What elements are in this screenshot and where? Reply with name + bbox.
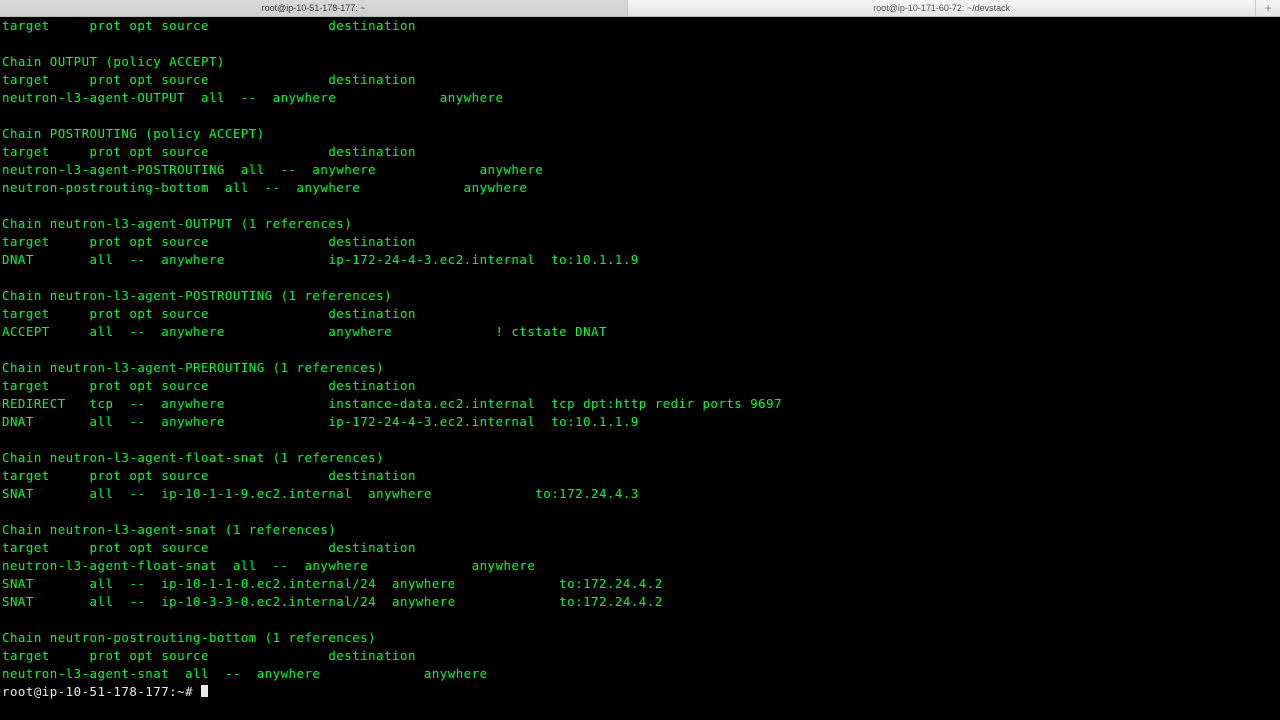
tab-inactive[interactable]: root@ip-10-171-60-72: ~/devstack xyxy=(628,0,1256,16)
terminal-output[interactable]: target prot opt source destination Chain… xyxy=(0,17,1280,720)
terminal-text: target prot opt source destination Chain… xyxy=(2,18,782,681)
shell-prompt[interactable]: root@ip-10-51-178-177:~# xyxy=(2,684,201,699)
tab-inactive-label: root@ip-10-171-60-72: ~/devstack xyxy=(873,3,1010,13)
add-tab-button[interactable]: + xyxy=(1256,0,1280,16)
tab-active[interactable]: root@ip-10-51-178-177: ~ xyxy=(0,0,628,16)
plus-icon: + xyxy=(1265,1,1272,15)
tab-active-label: root@ip-10-51-178-177: ~ xyxy=(262,3,366,13)
cursor-icon xyxy=(201,685,208,697)
tab-bar: root@ip-10-51-178-177: ~ root@ip-10-171-… xyxy=(0,0,1280,17)
